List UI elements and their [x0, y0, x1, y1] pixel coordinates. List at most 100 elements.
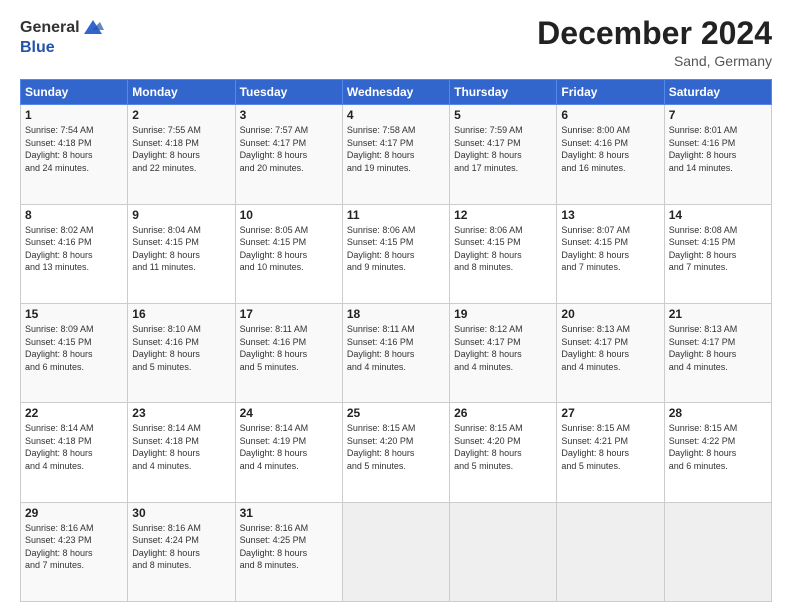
calendar-cell: 9Sunrise: 8:04 AMSunset: 4:15 PMDaylight…: [128, 204, 235, 303]
cell-content: Sunrise: 8:04 AMSunset: 4:15 PMDaylight:…: [132, 224, 230, 274]
day-number: 8: [25, 208, 123, 222]
day-of-week-tuesday: Tuesday: [235, 80, 342, 105]
calendar-cell: 11 Sunrise: 8:06 AMSunset: 4:15 PMDayligh…: [342, 204, 449, 303]
calendar-cell: 27 Sunrise: 8:15 AMSunset: 4:21 PMDayligh…: [557, 403, 664, 502]
cell-content: Sunrise: 7:55 AMSunset: 4:18 PMDaylight:…: [132, 124, 230, 174]
cell-content: Sunrise: 8:11 AMSunset: 4:16 PMDaylight:…: [347, 323, 445, 373]
calendar-cell: 18 Sunrise: 8:11 AMSunset: 4:16 PMDayligh…: [342, 303, 449, 402]
day-number: 4: [347, 108, 445, 122]
month-title: December 2024: [537, 16, 772, 51]
day-number: 20: [561, 307, 659, 321]
calendar-cell: 29Sunrise: 8:16 AMSunset: 4:23 PMDayligh…: [21, 502, 128, 601]
calendar-table: SundayMondayTuesdayWednesdayThursdayFrid…: [20, 79, 772, 602]
cell-content: Sunrise: 7:59 AMSunset: 4:17 PMDaylight:…: [454, 124, 552, 174]
day-number: 15: [25, 307, 123, 321]
calendar-header-row: SundayMondayTuesdayWednesdayThursdayFrid…: [21, 80, 772, 105]
calendar-week-row: 1Sunrise: 7:54 AMSunset: 4:18 PMDaylight…: [21, 105, 772, 204]
calendar-cell: [450, 502, 557, 601]
day-number: 25: [347, 406, 445, 420]
cell-content: Sunrise: 8:15 AMSunset: 4:21 PMDaylight:…: [561, 422, 659, 472]
calendar-cell: 5 Sunrise: 7:59 AMSunset: 4:17 PMDaylight…: [450, 105, 557, 204]
day-number: 6: [561, 108, 659, 122]
calendar-cell: 30 Sunrise: 8:16 AMSunset: 4:24 PMDayligh…: [128, 502, 235, 601]
cell-content: Sunrise: 8:10 AMSunset: 4:16 PMDaylight:…: [132, 323, 230, 373]
calendar-cell: 12Sunrise: 8:06 AMSunset: 4:15 PMDayligh…: [450, 204, 557, 303]
day-of-week-monday: Monday: [128, 80, 235, 105]
day-of-week-friday: Friday: [557, 80, 664, 105]
day-number: 10: [240, 208, 338, 222]
calendar-cell: 23 Sunrise: 8:14 AMSunset: 4:18 PMDayligh…: [128, 403, 235, 502]
calendar-cell: [664, 502, 771, 601]
cell-content: Sunrise: 8:06 AMSunset: 4:15 PMDaylight:…: [454, 224, 552, 274]
day-number: 7: [669, 108, 767, 122]
logo-blue-text: Blue: [20, 40, 55, 56]
location: Sand, Germany: [537, 53, 772, 69]
header: General Blue December 2024 Sand, Germany: [20, 16, 772, 69]
cell-content: Sunrise: 8:15 AMSunset: 4:22 PMDaylight:…: [669, 422, 767, 472]
cell-content: Sunrise: 8:14 AMSunset: 4:19 PMDaylight:…: [240, 422, 338, 472]
calendar-cell: 6 Sunrise: 8:00 AMSunset: 4:16 PMDaylight…: [557, 105, 664, 204]
cell-content: Sunrise: 8:06 AMSunset: 4:15 PMDaylight:…: [347, 224, 445, 274]
calendar-cell: 1Sunrise: 7:54 AMSunset: 4:18 PMDaylight…: [21, 105, 128, 204]
calendar-cell: 4 Sunrise: 7:58 AMSunset: 4:17 PMDaylight…: [342, 105, 449, 204]
cell-content: Sunrise: 8:16 AMSunset: 4:24 PMDaylight:…: [132, 522, 230, 572]
calendar-cell: [342, 502, 449, 601]
cell-content: Sunrise: 8:05 AMSunset: 4:15 PMDaylight:…: [240, 224, 338, 274]
cell-content: Sunrise: 7:58 AMSunset: 4:17 PMDaylight:…: [347, 124, 445, 174]
day-number: 22: [25, 406, 123, 420]
day-number: 18: [347, 307, 445, 321]
cell-content: Sunrise: 8:01 AMSunset: 4:16 PMDaylight:…: [669, 124, 767, 174]
day-number: 11: [347, 208, 445, 222]
day-number: 24: [240, 406, 338, 420]
calendar-cell: 7 Sunrise: 8:01 AMSunset: 4:16 PMDaylight…: [664, 105, 771, 204]
cell-content: Sunrise: 8:15 AMSunset: 4:20 PMDaylight:…: [454, 422, 552, 472]
calendar-week-row: 22 Sunrise: 8:14 AMSunset: 4:18 PMDayligh…: [21, 403, 772, 502]
calendar-cell: 10 Sunrise: 8:05 AMSunset: 4:15 PMDayligh…: [235, 204, 342, 303]
title-block: December 2024 Sand, Germany: [537, 16, 772, 69]
day-number: 19: [454, 307, 552, 321]
cell-content: Sunrise: 8:11 AMSunset: 4:16 PMDaylight:…: [240, 323, 338, 373]
day-number: 14: [669, 208, 767, 222]
calendar-cell: 16 Sunrise: 8:10 AMSunset: 4:16 PMDayligh…: [128, 303, 235, 402]
calendar-cell: 2Sunrise: 7:55 AMSunset: 4:18 PMDaylight…: [128, 105, 235, 204]
cell-content: Sunrise: 8:09 AMSunset: 4:15 PMDaylight:…: [25, 323, 123, 373]
day-number: 16: [132, 307, 230, 321]
calendar-cell: 8 Sunrise: 8:02 AMSunset: 4:16 PMDaylight…: [21, 204, 128, 303]
day-of-week-thursday: Thursday: [450, 80, 557, 105]
calendar-cell: 22 Sunrise: 8:14 AMSunset: 4:18 PMDayligh…: [21, 403, 128, 502]
calendar-cell: [557, 502, 664, 601]
day-of-week-sunday: Sunday: [21, 80, 128, 105]
logo-general-text: General: [20, 20, 80, 36]
cell-content: Sunrise: 8:08 AMSunset: 4:15 PMDaylight:…: [669, 224, 767, 274]
cell-content: Sunrise: 8:14 AMSunset: 4:18 PMDaylight:…: [132, 422, 230, 472]
calendar-week-row: 15 Sunrise: 8:09 AMSunset: 4:15 PMDayligh…: [21, 303, 772, 402]
day-number: 27: [561, 406, 659, 420]
day-number: 28: [669, 406, 767, 420]
cell-content: Sunrise: 8:14 AMSunset: 4:18 PMDaylight:…: [25, 422, 123, 472]
day-number: 21: [669, 307, 767, 321]
cell-content: Sunrise: 8:00 AMSunset: 4:16 PMDaylight:…: [561, 124, 659, 174]
cell-content: Sunrise: 7:54 AMSunset: 4:18 PMDaylight:…: [25, 124, 123, 174]
calendar-cell: 25Sunrise: 8:15 AMSunset: 4:20 PMDayligh…: [342, 403, 449, 502]
day-number: 23: [132, 406, 230, 420]
day-number: 17: [240, 307, 338, 321]
day-number: 31: [240, 506, 338, 520]
calendar-week-row: 29Sunrise: 8:16 AMSunset: 4:23 PMDayligh…: [21, 502, 772, 601]
cell-content: Sunrise: 7:57 AMSunset: 4:17 PMDaylight:…: [240, 124, 338, 174]
day-number: 5: [454, 108, 552, 122]
calendar-cell: 24 Sunrise: 8:14 AMSunset: 4:19 PMDayligh…: [235, 403, 342, 502]
day-number: 30: [132, 506, 230, 520]
cell-content: Sunrise: 8:12 AMSunset: 4:17 PMDaylight:…: [454, 323, 552, 373]
calendar-cell: 17 Sunrise: 8:11 AMSunset: 4:16 PMDayligh…: [235, 303, 342, 402]
cell-content: Sunrise: 8:13 AMSunset: 4:17 PMDaylight:…: [561, 323, 659, 373]
cell-content: Sunrise: 8:13 AMSunset: 4:17 PMDaylight:…: [669, 323, 767, 373]
calendar-cell: 28 Sunrise: 8:15 AMSunset: 4:22 PMDayligh…: [664, 403, 771, 502]
cell-content: Sunrise: 8:07 AMSunset: 4:15 PMDaylight:…: [561, 224, 659, 274]
calendar-cell: 19 Sunrise: 8:12 AMSunset: 4:17 PMDayligh…: [450, 303, 557, 402]
day-number: 29: [25, 506, 123, 520]
calendar-cell: 13 Sunrise: 8:07 AMSunset: 4:15 PMDayligh…: [557, 204, 664, 303]
cell-content: Sunrise: 8:02 AMSunset: 4:16 PMDaylight:…: [25, 224, 123, 274]
day-of-week-saturday: Saturday: [664, 80, 771, 105]
calendar-cell: 26Sunrise: 8:15 AMSunset: 4:20 PMDayligh…: [450, 403, 557, 502]
day-number: 13: [561, 208, 659, 222]
